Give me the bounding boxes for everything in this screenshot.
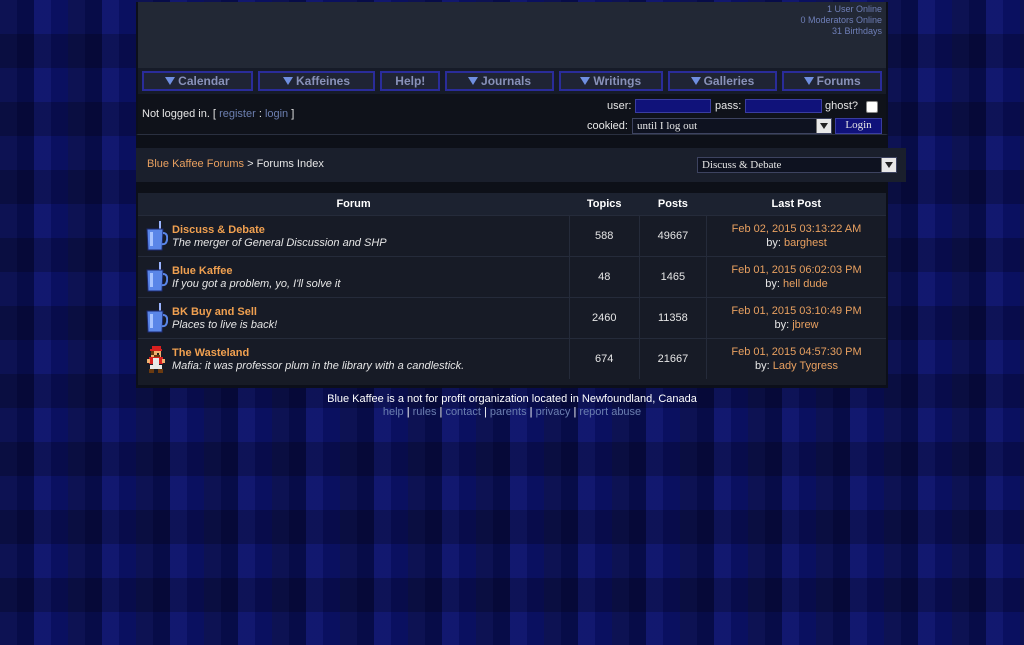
table-row: Blue Kaffee If you got a problem, yo, I'… <box>137 256 887 298</box>
select-arrow-icon <box>816 119 831 133</box>
breadcrumb-current: Forums Index <box>256 158 324 170</box>
posts-count: 11358 <box>638 297 707 339</box>
posts-count: 21667 <box>638 338 707 379</box>
topics-count: 588 <box>568 215 640 257</box>
dropdown-arrow-icon <box>690 77 701 85</box>
user-label: user: <box>607 100 632 112</box>
main-nav: Calendar Kaffeines Help! Journals Writin… <box>136 68 888 94</box>
breadcrumb-root-link[interactable]: Blue Kaffee Forums <box>147 158 244 170</box>
nav-calendar[interactable]: Calendar <box>142 71 253 91</box>
table-row: BK Buy and Sell Places to live is back! … <box>137 297 887 339</box>
forum-table: Forum Topics Posts Last Post Discuss & D… <box>136 193 888 379</box>
cookied-label: cookied: <box>587 120 628 132</box>
footer-link-report-abuse[interactable]: report abuse <box>579 406 641 418</box>
table-header-row: Forum Topics Posts Last Post <box>137 193 887 216</box>
forum-description: Places to live is back! <box>172 318 278 331</box>
breadcrumb-bar: Blue Kaffee Forums > Forums Index Discus… <box>136 148 906 182</box>
footer-link-parents[interactable]: parents <box>490 406 527 418</box>
site-footer: Blue Kaffee is a not for profit organiza… <box>136 393 888 419</box>
last-post-cell: Feb 02, 2015 03:13:22 AM by: barghest <box>705 215 887 257</box>
column-header-topics: Topics <box>569 193 640 216</box>
footer-link-privacy[interactable]: privacy <box>536 406 571 418</box>
topics-count: 48 <box>568 256 640 298</box>
forum-title-link[interactable]: Discuss & Debate <box>172 224 387 236</box>
footer-links: help | rules | contact | parents | priva… <box>382 406 642 418</box>
last-post-cell: Feb 01, 2015 04:57:30 PM by: Lady Tygres… <box>705 338 887 379</box>
login-bar: Not logged in. [ register : login ] user… <box>136 94 888 135</box>
last-post-user-link[interactable]: barghest <box>784 237 827 249</box>
ghost-label: ghost? <box>825 100 859 112</box>
login-button[interactable]: Login <box>835 118 882 134</box>
posts-count: 1465 <box>638 256 707 298</box>
coffee-mug-icon <box>146 221 168 251</box>
last-post-date-link[interactable]: Feb 01, 2015 06:02:03 PM <box>707 264 886 276</box>
forum-title-link[interactable]: Blue Kaffee <box>172 265 340 277</box>
coffee-mug-icon <box>146 262 168 292</box>
topics-count: 674 <box>568 338 640 379</box>
last-post-cell: Feb 01, 2015 03:10:49 PM by: jbrew <box>705 297 887 339</box>
forum-description: Mafia: it was professor plum in the libr… <box>172 359 465 372</box>
forum-title-link[interactable]: The Wasteland <box>172 347 464 359</box>
posts-count: 49667 <box>638 215 707 257</box>
dropdown-arrow-icon <box>468 77 479 85</box>
last-post-user-link[interactable]: hell dude <box>783 278 828 290</box>
site-header: 1 User Online 0 Moderators Online 31 Bir… <box>136 2 888 68</box>
nav-writings[interactable]: Writings <box>558 71 663 91</box>
table-row: Discuss & Debate The merger of General D… <box>137 215 887 257</box>
topics-count: 2460 <box>568 297 640 339</box>
last-post-user-link[interactable]: Lady Tygress <box>773 360 838 372</box>
pass-label: pass: <box>715 100 742 112</box>
login-link[interactable]: login <box>265 108 288 120</box>
footer-link-help[interactable]: help <box>383 406 404 418</box>
select-arrow-icon <box>881 158 896 172</box>
nav-galleries[interactable]: Galleries <box>667 71 778 91</box>
users-online[interactable]: 1 User Online <box>800 4 882 15</box>
last-post-date-link[interactable]: Feb 02, 2015 03:13:22 AM <box>707 223 886 235</box>
nav-help[interactable]: Help! <box>380 71 441 91</box>
pixel-mario-icon <box>147 346 165 373</box>
login-status: Not logged in. [ register : login ] <box>142 108 295 120</box>
footer-link-contact[interactable]: contact <box>445 406 480 418</box>
password-input[interactable] <box>745 99 822 113</box>
moderators-online[interactable]: 0 Moderators Online <box>800 15 882 26</box>
register-link[interactable]: register <box>219 108 256 120</box>
footer-tagline: Blue Kaffee is a not for profit organiza… <box>327 393 697 405</box>
cookied-select[interactable]: until I log out <box>632 118 832 134</box>
spacer <box>136 135 888 148</box>
spacer <box>136 182 888 193</box>
page-container: 1 User Online 0 Moderators Online 31 Bir… <box>136 2 906 419</box>
dropdown-arrow-icon <box>283 77 293 85</box>
username-input[interactable] <box>635 99 711 113</box>
forum-title-link[interactable]: BK Buy and Sell <box>172 306 277 318</box>
column-header-last-post: Last Post <box>706 193 887 216</box>
ghost-checkbox[interactable] <box>866 101 878 113</box>
dropdown-arrow-icon <box>165 77 176 85</box>
footer-link-rules[interactable]: rules <box>413 406 437 418</box>
nav-journals[interactable]: Journals <box>445 71 554 91</box>
column-header-forum: Forum <box>137 193 570 216</box>
nav-forums[interactable]: Forums <box>782 71 882 91</box>
table-row: The Wasteland Mafia: it was professor pl… <box>137 338 887 379</box>
last-post-cell: Feb 01, 2015 06:02:03 PM by: hell dude <box>705 256 887 298</box>
nav-kaffeines[interactable]: Kaffeines <box>257 71 376 91</box>
forum-description: The merger of General Discussion and SHP <box>172 236 387 249</box>
coffee-mug-icon <box>146 303 168 333</box>
birthdays[interactable]: 31 Birthdays <box>800 26 882 37</box>
column-header-posts: Posts <box>639 193 707 216</box>
last-post-date-link[interactable]: Feb 01, 2015 04:57:30 PM <box>707 346 886 358</box>
table-bottom <box>136 379 888 388</box>
dropdown-arrow-icon <box>803 77 814 85</box>
last-post-date-link[interactable]: Feb 01, 2015 03:10:49 PM <box>707 305 886 317</box>
forum-jump-select[interactable]: Discuss & Debate <box>697 157 897 173</box>
dropdown-arrow-icon <box>580 77 591 85</box>
last-post-user-link[interactable]: jbrew <box>792 319 818 331</box>
forum-description: If you got a problem, yo, I'll solve it <box>172 277 341 290</box>
online-stats: 1 User Online 0 Moderators Online 31 Bir… <box>800 4 882 37</box>
breadcrumb: Blue Kaffee Forums > Forums Index <box>147 158 324 170</box>
